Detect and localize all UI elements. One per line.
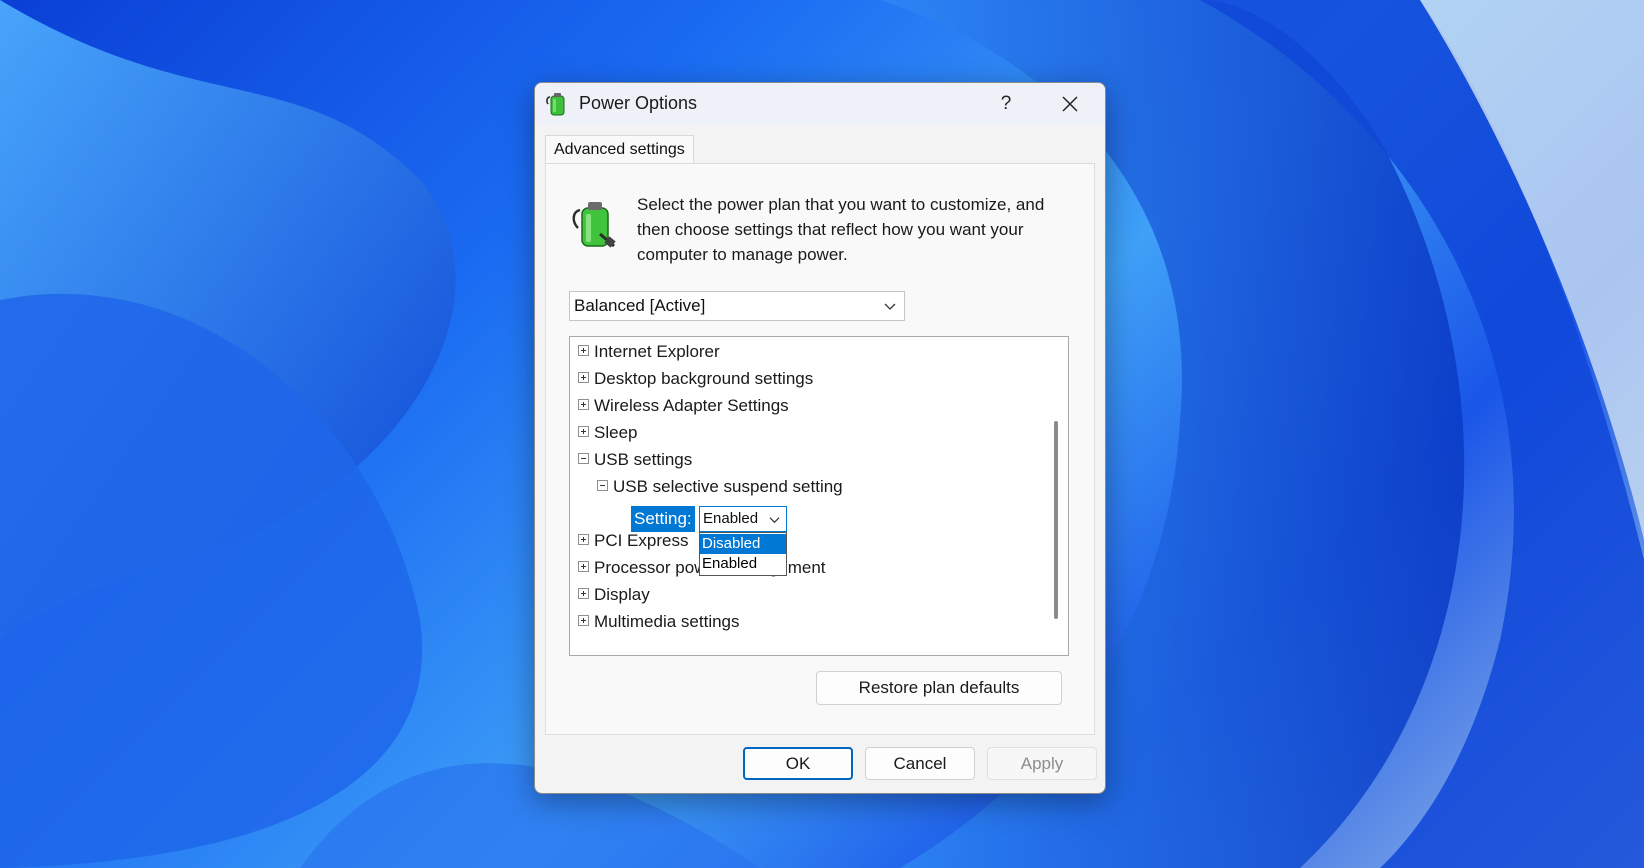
expand-icon[interactable] [578,615,589,626]
help-button[interactable]: ? [983,87,1029,121]
expand-icon[interactable] [578,426,589,437]
apply-button[interactable]: Apply [987,747,1097,780]
setting-value-select[interactable]: Enabled [699,506,787,532]
scrollbar-thumb[interactable] [1054,421,1058,619]
tab-advanced-settings[interactable]: Advanced settings [545,135,694,164]
restore-plan-defaults-button[interactable]: Restore plan defaults [816,671,1062,705]
power-plan-select-value: Balanced [Active] [574,296,706,315]
chevron-down-icon [769,517,780,524]
setting-dropdown-list: Disabled Enabled [699,532,787,576]
power-options-dialog: Power Options ? Advanced settings Select… [534,82,1106,794]
tree-scrollbar[interactable] [1044,337,1068,655]
collapse-icon[interactable] [578,453,589,464]
expand-icon[interactable] [578,534,589,545]
window-title: Power Options [579,93,698,113]
ok-button[interactable]: OK [743,747,853,780]
advanced-settings-panel: Select the power plan that you want to c… [545,163,1095,735]
close-button[interactable] [1047,87,1093,121]
chevron-down-icon [884,303,896,310]
setting-value: Enabled [703,510,759,527]
power-plan-icon [572,202,616,248]
close-icon [1062,96,1078,112]
expand-icon[interactable] [578,345,589,356]
option-disabled[interactable]: Disabled [700,534,786,554]
expand-icon[interactable] [578,588,589,599]
title-bar[interactable]: Power Options ? [535,83,1105,125]
plan-description: Select the power plan that you want to c… [637,195,1045,264]
power-plan-select[interactable]: Balanced [Active] [569,291,905,321]
collapse-icon[interactable] [597,480,608,491]
option-enabled[interactable]: Enabled [700,554,786,574]
settings-tree: Internet Explorer Desktop background set… [569,336,1069,656]
cancel-button[interactable]: Cancel [865,747,975,780]
expand-icon[interactable] [578,561,589,572]
expand-icon[interactable] [578,399,589,410]
power-options-icon [546,93,565,116]
expand-icon[interactable] [578,372,589,383]
